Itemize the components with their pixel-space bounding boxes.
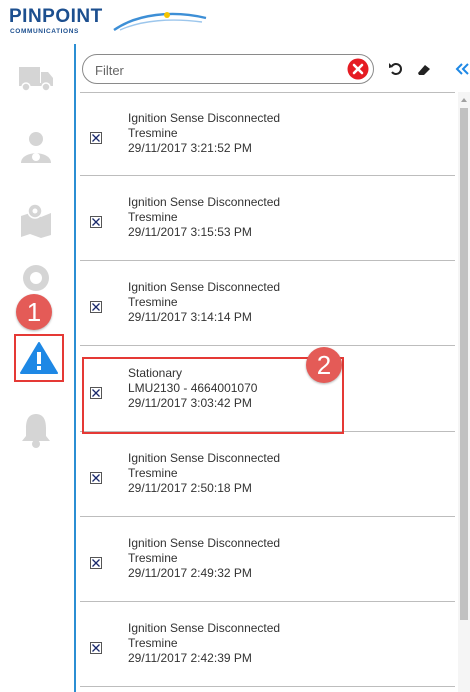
location-pin-icon [23,265,49,291]
double-chevron-left-icon [455,63,469,75]
alert-time: 29/11/2017 3:21:52 PM [128,141,252,155]
alert-time: 29/11/2017 3:14:14 PM [128,310,252,324]
sidebar-item-map[interactable] [12,196,60,244]
alert-device: Tresmine [128,295,178,309]
eraser-icon [418,65,430,75]
alert-time: 29/11/2017 2:42:39 PM [128,651,252,665]
list-item[interactable]: Ignition Sense Disconnected Tresmine 29/… [80,603,455,687]
brand-name: PINPOINT [9,6,103,27]
alert-title: Ignition Sense Disconnected [128,280,281,294]
alert-text: Ignition Sense Disconnected Tresmine 29/… [128,621,280,666]
dismiss-checkbox-icon[interactable] [90,472,102,484]
alert-text: Ignition Sense Disconnected Tresmine 29/… [128,536,280,581]
collapse-button[interactable] [454,58,470,80]
alert-text: Ignition Sense Disconnected Tresmine 29/… [128,195,280,240]
brand-logo: PINPOINT COMMUNICATIONS [9,6,209,38]
list-item[interactable]: Ignition Sense Disconnected Tresmine 29/… [80,92,455,176]
dismiss-checkbox-icon[interactable] [90,557,102,569]
list-item[interactable]: Ignition Sense Disconnected Tresmine 29/… [80,518,455,602]
scrollbar-thumb[interactable] [460,108,468,620]
alert-text: Ignition Sense Disconnected Tresmine 29/… [128,451,280,496]
alert-device: Tresmine [128,466,178,480]
driver-icon [21,132,51,163]
annotation-badge-2: 2 [306,347,342,383]
sidebar-item-notifications[interactable] [12,406,60,454]
truck-icon [19,67,53,92]
sidebar-item-vehicles[interactable] [12,54,60,102]
refresh-icon [389,63,402,75]
dismiss-checkbox-icon[interactable] [90,216,102,228]
alert-title: Ignition Sense Disconnected [128,195,281,209]
alert-time: 29/11/2017 2:50:18 PM [128,481,252,495]
alert-text: Ignition Sense Disconnected Tresmine 29/… [128,280,280,325]
sidebar [0,44,72,692]
map-icon [21,203,51,238]
refresh-button[interactable] [385,58,407,80]
list-item[interactable]: Ignition Sense Disconnected Tresmine 29/… [80,177,455,261]
filter-input[interactable] [93,59,337,81]
alert-device: Tresmine [128,210,178,224]
alert-time: 29/11/2017 3:15:53 PM [128,225,252,239]
alert-device: Tresmine [128,126,178,140]
alert-title: Ignition Sense Disconnected [128,451,281,465]
sidebar-item-alerts[interactable] [14,334,64,382]
list-item[interactable]: Ignition Sense Disconnected Tresmine 29/… [80,262,455,346]
alert-device: Tresmine [128,636,178,650]
annotation-badge-1: 1 [16,294,52,330]
bell-icon [22,414,50,448]
dismiss-checkbox-icon[interactable] [90,132,102,144]
alert-device: Tresmine [128,551,178,565]
scroll-up-icon[interactable] [460,96,468,104]
dismiss-checkbox-icon[interactable] [90,642,102,654]
sidebar-divider [74,44,76,692]
highlight-box [82,357,344,434]
dismiss-checkbox-icon[interactable] [90,301,102,313]
alert-title: Ignition Sense Disconnected [128,621,281,635]
filter-box [82,54,374,84]
alert-time: 29/11/2017 2:49:32 PM [128,566,252,580]
close-circle-icon[interactable] [347,58,369,80]
brand-subtitle: COMMUNICATIONS [10,28,79,35]
alert-title: Ignition Sense Disconnected [128,111,281,125]
alert-warning-icon [20,342,58,374]
alert-text: Ignition Sense Disconnected Tresmine 29/… [128,111,280,156]
eraser-button[interactable] [413,58,435,80]
alert-title: Ignition Sense Disconnected [128,536,281,550]
list-item[interactable]: Ignition Sense Disconnected Tresmine 29/… [80,433,455,517]
sidebar-item-drivers[interactable] [12,124,60,172]
logo-swoosh-icon [113,12,207,31]
